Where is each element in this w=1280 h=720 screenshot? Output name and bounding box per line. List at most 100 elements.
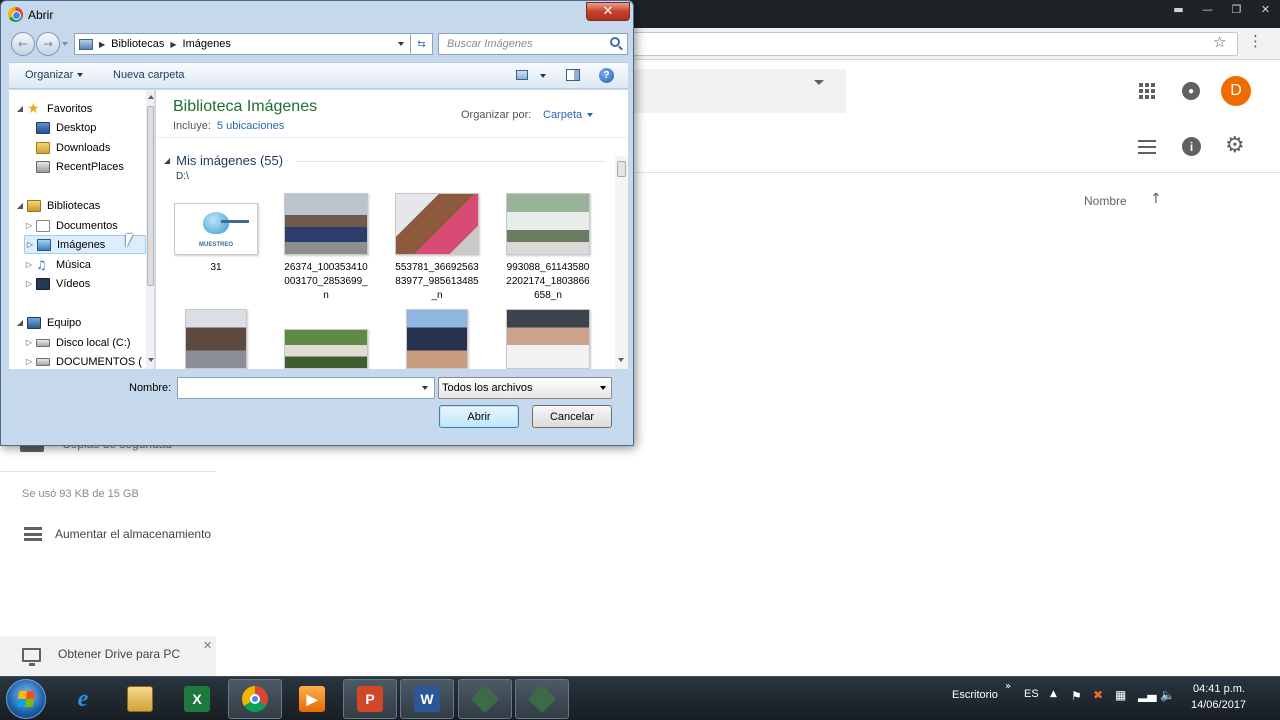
- arrange-by-dropdown[interactable]: Carpeta: [543, 109, 594, 121]
- upgrade-storage-link[interactable]: Aumentar el almacenamiento: [24, 527, 211, 541]
- browser-restore-button[interactable]: ❐: [1222, 0, 1251, 18]
- start-button[interactable]: [6, 679, 46, 719]
- toolbar-expand-icon[interactable]: »: [1005, 681, 1011, 692]
- address-bar[interactable]: ▶ Bibliotecas ▶ Imágenes: [74, 33, 411, 55]
- notifications-bell-icon[interactable]: ●: [1182, 82, 1200, 100]
- recent-locations-chevron-icon[interactable]: [62, 42, 68, 46]
- account-avatar[interactable]: D: [1221, 76, 1251, 106]
- collapse-arrow-icon[interactable]: ◢: [164, 156, 170, 165]
- filename-combobox[interactable]: [177, 377, 435, 399]
- file-thumbnail[interactable]: 26374_100353410003170_2853699_n: [276, 193, 376, 303]
- expand-arrow-icon[interactable]: ▷: [24, 260, 34, 269]
- tree-item[interactable]: ◢ ★ Favoritos: [15, 99, 92, 118]
- dialog-close-button[interactable]: ✕: [586, 2, 630, 21]
- tree-item[interactable]: ◢ Equipo: [15, 313, 81, 332]
- network-icon[interactable]: ▂▄: [1138, 688, 1156, 702]
- breadcrumb-pictures[interactable]: Imágenes: [183, 38, 231, 50]
- preview-pane-icon[interactable]: [566, 69, 580, 81]
- sort-ascending-arrow-icon[interactable]: ↑: [1150, 191, 1162, 207]
- tree-item[interactable]: ▷ DOCUMENTOS (: [24, 352, 142, 369]
- browser-minimize-button[interactable]: —: [1193, 0, 1222, 18]
- taskbar-app-1[interactable]: [458, 679, 512, 719]
- taskbar-file-explorer[interactable]: [113, 679, 167, 719]
- group-header[interactable]: ◢ Mis imágenes (55): [164, 153, 283, 168]
- tree-item[interactable]: ◢ Bibliotecas: [15, 196, 100, 215]
- address-omnibox[interactable]: [600, 32, 1238, 56]
- change-view-icon[interactable]: [516, 70, 528, 80]
- refresh-button[interactable]: ⇆: [411, 33, 433, 55]
- apps-grid-icon[interactable]: [1139, 83, 1155, 99]
- clock-time[interactable]: 04:41 p.m.: [1193, 683, 1245, 695]
- show-hidden-icons-icon[interactable]: ▲: [1050, 689, 1057, 699]
- taskbar-powerpoint[interactable]: P: [343, 679, 397, 719]
- expand-arrow-icon[interactable]: ▷: [24, 357, 34, 366]
- get-drive-promo[interactable]: Obtener Drive para PC ✕: [0, 636, 216, 676]
- filename-input[interactable]: [178, 378, 408, 398]
- file-thumbnail[interactable]: [498, 309, 598, 369]
- file-thumbnail[interactable]: 993088_611435802202174_1803866658_n: [498, 193, 598, 303]
- security-icon[interactable]: ✖: [1093, 688, 1103, 702]
- clock-date[interactable]: 14/06/2017: [1191, 699, 1246, 711]
- browser-close-button[interactable]: ✕: [1251, 0, 1280, 18]
- details-info-icon[interactable]: i: [1182, 137, 1201, 156]
- language-indicator[interactable]: ES: [1024, 688, 1039, 700]
- tree-item[interactable]: ▷ ♫ Música: [24, 255, 91, 274]
- scroll-down-icon[interactable]: [618, 358, 624, 362]
- file-thumbnail[interactable]: [276, 309, 376, 369]
- address-history-chevron-icon[interactable]: [398, 42, 404, 46]
- browser-menu-icon[interactable]: ⋮: [1248, 32, 1263, 50]
- collapse-arrow-icon[interactable]: ◢: [15, 318, 25, 327]
- breadcrumb-separator-icon[interactable]: ▶: [170, 40, 176, 49]
- dialog-title-bar[interactable]: Abrir ✕: [1, 1, 633, 29]
- tree-item[interactable]: RecentPlaces: [24, 157, 124, 176]
- expand-arrow-icon[interactable]: ▷: [24, 221, 34, 230]
- action-center-flag-icon[interactable]: ⚑: [1071, 689, 1082, 703]
- taskbar-media-player[interactable]: ▶: [285, 679, 339, 719]
- taskbar-excel[interactable]: X: [170, 679, 224, 719]
- tree-item[interactable]: ▷ Documentos: [24, 216, 118, 235]
- navigation-scrollbar[interactable]: [146, 90, 154, 369]
- volume-icon[interactable]: 🔈: [1160, 688, 1175, 702]
- list-view-icon[interactable]: [1138, 140, 1156, 154]
- scrollbar-thumb[interactable]: [147, 106, 154, 286]
- view-options-chevron-icon[interactable]: [540, 74, 546, 78]
- expand-arrow-icon[interactable]: ▷: [24, 338, 34, 347]
- close-icon[interactable]: ✕: [203, 639, 212, 652]
- library-locations-link[interactable]: 5 ubicaciones: [217, 120, 284, 132]
- new-folder-button[interactable]: Nueva carpeta: [113, 69, 185, 81]
- browser-profile-icon[interactable]: ▬: [1164, 0, 1193, 18]
- device-icon[interactable]: ▦: [1115, 688, 1126, 702]
- breadcrumb-separator-icon[interactable]: ▶: [99, 40, 105, 49]
- taskbar-app-2[interactable]: [515, 679, 569, 719]
- scroll-up-icon[interactable]: [148, 95, 154, 99]
- bookmark-star-icon[interactable]: ☆: [1213, 33, 1226, 51]
- file-thumbnail[interactable]: [387, 309, 487, 369]
- taskbar-internet-explorer[interactable]: e: [56, 679, 110, 719]
- column-header-name[interactable]: Nombre: [1084, 194, 1127, 208]
- drive-search-box[interactable]: [600, 69, 846, 113]
- content-scrollbar[interactable]: [615, 156, 628, 369]
- settings-gear-icon[interactable]: ⚙: [1225, 133, 1245, 158]
- tree-item[interactable]: ▷ Vídeos: [24, 274, 90, 293]
- back-button[interactable]: ←: [11, 32, 35, 56]
- collapse-arrow-icon[interactable]: ◢: [15, 201, 25, 210]
- collapse-arrow-icon[interactable]: ◢: [15, 104, 25, 113]
- taskbar-word[interactable]: W: [400, 679, 454, 719]
- filename-history-chevron-icon[interactable]: [422, 386, 428, 390]
- forward-button[interactable]: →: [36, 32, 60, 56]
- search-options-chevron-icon[interactable]: [814, 80, 824, 85]
- organize-button[interactable]: Organizar: [25, 69, 84, 81]
- search-icon[interactable]: [610, 37, 620, 47]
- file-thumbnail[interactable]: 553781_3669256383977_985613485_n: [387, 193, 487, 303]
- tree-item[interactable]: ▷ Disco local (C:): [24, 333, 131, 352]
- tree-item[interactable]: Downloads: [24, 138, 110, 157]
- file-thumbnail[interactable]: [166, 309, 266, 369]
- scrollbar-thumb[interactable]: [617, 161, 626, 177]
- search-input[interactable]: [439, 34, 607, 54]
- cancel-button[interactable]: Cancelar: [532, 405, 612, 428]
- file-thumbnail[interactable]: MUESTREO 31: [166, 193, 266, 275]
- expand-arrow-icon[interactable]: ▷: [25, 240, 35, 249]
- search-box[interactable]: [438, 33, 628, 55]
- file-type-select[interactable]: Todos los archivos: [438, 377, 612, 399]
- help-icon[interactable]: ?: [599, 68, 614, 83]
